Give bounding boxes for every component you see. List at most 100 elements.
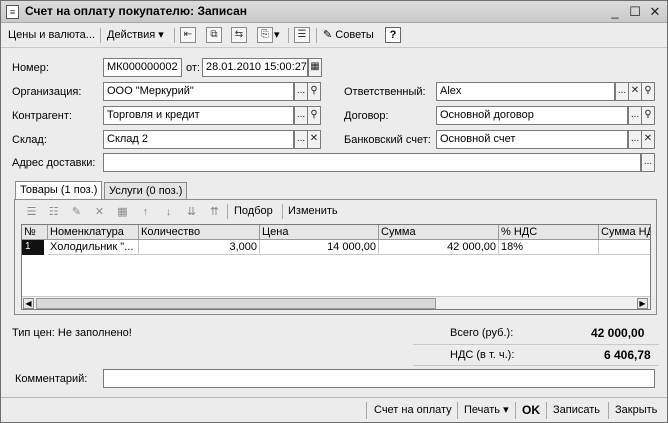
horizontal-scrollbar[interactable]: ◀ ▶	[22, 296, 650, 309]
move-up-icon[interactable]: ↑	[137, 204, 154, 220]
sort-asc-icon[interactable]: ⇊	[183, 204, 200, 220]
delivery-address-select-button[interactable]: ...	[641, 153, 655, 172]
print-menu-button[interactable]: Печать ▾	[460, 401, 513, 420]
warehouse-select-button[interactable]: ...	[294, 130, 308, 149]
help-button[interactable]: ?	[385, 27, 401, 43]
toolbar-separator	[515, 402, 516, 419]
close-button[interactable]: ✕	[647, 4, 663, 20]
close-form-button[interactable]: Закрыть	[611, 401, 661, 420]
clear-icon[interactable]: ✕	[628, 82, 642, 101]
calendar-icon[interactable]: ▦	[308, 58, 322, 77]
change-button[interactable]: Изменить	[288, 205, 338, 217]
contractor-select-button[interactable]: ...	[294, 106, 308, 125]
responsible-select-button[interactable]: ...	[615, 82, 629, 101]
column-header-quantity[interactable]: Количество	[139, 225, 260, 240]
invoice-window: ≡ Счет на оплату покупателю: Записан _ ☐…	[0, 0, 668, 423]
toolbar-separator	[174, 28, 175, 43]
vat-value: 6 406,78	[604, 348, 651, 362]
select-items-button[interactable]: Подбор	[234, 205, 273, 217]
move-down-icon[interactable]: ↓	[160, 204, 177, 220]
advice-label: Советы	[335, 29, 374, 41]
structure-icon[interactable]: ⧉	[206, 27, 222, 43]
contractor-label: Контрагент:	[12, 110, 72, 122]
search-icon[interactable]: ⚲	[307, 106, 321, 125]
toolbar-separator	[282, 204, 283, 219]
column-header-vat-percent[interactable]: % НДС	[499, 225, 599, 240]
toolbar-separator	[227, 204, 228, 219]
warehouse-label: Склад:	[12, 134, 47, 146]
delivery-address-field[interactable]	[103, 153, 641, 172]
date-field[interactable]: 28.01.2010 15:00:27	[202, 58, 308, 77]
save-button[interactable]: Записать	[549, 401, 604, 420]
end-edit-icon[interactable]: ▦	[114, 204, 131, 220]
table-cell-price[interactable]: 14 000,00	[260, 240, 379, 255]
based-on-icon[interactable]: ⎘	[257, 27, 273, 43]
organization-field[interactable]: ООО "Меркурий"	[103, 82, 294, 101]
movements-icon[interactable]: ⇆	[231, 27, 247, 43]
window-title: Счет на оплату покупателю: Записан	[25, 4, 248, 18]
clear-icon[interactable]: ✕	[307, 130, 321, 149]
comment-field[interactable]	[103, 369, 655, 388]
responsible-label: Ответственный:	[344, 86, 426, 98]
bank-account-field[interactable]: Основной счет	[436, 130, 628, 149]
search-icon[interactable]: ⚲	[641, 82, 655, 101]
column-header-sum[interactable]: Сумма	[379, 225, 499, 240]
price-type-status[interactable]: Тип цен: Не заполнено!	[12, 327, 132, 339]
advice-button[interactable]: ✎ Советы	[321, 26, 376, 45]
contractor-field[interactable]: Торговля и кредит	[103, 106, 294, 125]
vat-label: НДС (в т. ч.):	[450, 349, 515, 361]
delete-row-icon[interactable]: ✕	[91, 204, 108, 220]
clear-icon[interactable]: ✕	[641, 130, 655, 149]
sort-desc-icon[interactable]: ⇈	[206, 204, 223, 220]
scroll-left-icon[interactable]: ◀	[23, 298, 34, 309]
search-icon[interactable]: ⚲	[641, 106, 655, 125]
ok-button[interactable]: OK	[518, 401, 544, 420]
bank-account-select-button[interactable]: ...	[628, 130, 642, 149]
actions-menu-button[interactable]: Действия ▾	[105, 26, 166, 45]
tab-services[interactable]: Услуги (0 поз.)	[104, 182, 188, 199]
toolbar-separator	[608, 402, 609, 419]
column-header-price[interactable]: Цена	[260, 225, 379, 240]
column-header-vat-sum[interactable]: Сумма НДС	[599, 225, 650, 240]
warehouse-field[interactable]: Склад 2	[103, 130, 294, 149]
table-cell-sum[interactable]: 42 000,00	[379, 240, 499, 255]
table-cell-item[interactable]: Холодильник "...	[48, 240, 139, 255]
contract-field[interactable]: Основной договор	[436, 106, 628, 125]
column-header-number[interactable]: №	[22, 225, 48, 240]
scroll-right-icon[interactable]: ▶	[637, 298, 648, 309]
edit-row-icon[interactable]: ✎	[68, 204, 85, 220]
table-cell-quantity[interactable]: 3,000	[139, 240, 260, 255]
total-value: 42 000,00	[591, 326, 645, 340]
organization-select-button[interactable]: ...	[294, 82, 308, 101]
invoice-print-button[interactable]: Счет на оплату	[370, 401, 456, 420]
report-icon[interactable]: ☰	[294, 27, 310, 43]
scrollbar-thumb[interactable]	[36, 298, 436, 309]
contract-select-button[interactable]: ...	[628, 106, 642, 125]
add-row-icon[interactable]: ☰	[23, 204, 40, 220]
toolbar-separator	[366, 402, 367, 419]
dropdown-arrow-icon: ▾	[503, 404, 509, 416]
tab-goods[interactable]: Товары (1 поз.)	[15, 181, 103, 200]
goods-table[interactable]: № Номенклатура Количество Цена Сумма % Н…	[21, 224, 651, 310]
prices-currency-button[interactable]: Цены и валюта...	[6, 26, 97, 45]
toolbar-separator	[288, 28, 289, 43]
organization-label: Организация:	[12, 86, 82, 98]
search-icon[interactable]: ⚲	[307, 82, 321, 101]
number-label: Номер:	[12, 62, 49, 74]
row-number-cell[interactable]: 1	[22, 240, 44, 255]
table-cell-vat-percent[interactable]: 18%	[499, 240, 599, 255]
post-document-icon[interactable]: ⇤	[180, 27, 196, 43]
advice-icon: ✎	[323, 29, 333, 41]
number-field[interactable]: МК000000002	[103, 58, 182, 77]
bottom-command-bar: Счет на оплату Печать ▾ OK Записать Закр…	[1, 397, 667, 422]
minimize-button[interactable]: _	[607, 4, 623, 20]
toolbar-separator	[457, 402, 458, 419]
copy-row-icon[interactable]: ☷	[45, 204, 62, 220]
responsible-field[interactable]: Alex	[436, 82, 615, 101]
title-bar: ≡ Счет на оплату покупателю: Записан _ ☐…	[1, 1, 667, 23]
dropdown-arrow-icon[interactable]: ▾	[274, 26, 280, 45]
maximize-button[interactable]: ☐	[627, 4, 643, 20]
column-header-item[interactable]: Номенклатура	[48, 225, 139, 240]
bank-account-label: Банковский счет:	[344, 134, 431, 146]
table-cell-vat-sum[interactable]	[599, 240, 650, 255]
